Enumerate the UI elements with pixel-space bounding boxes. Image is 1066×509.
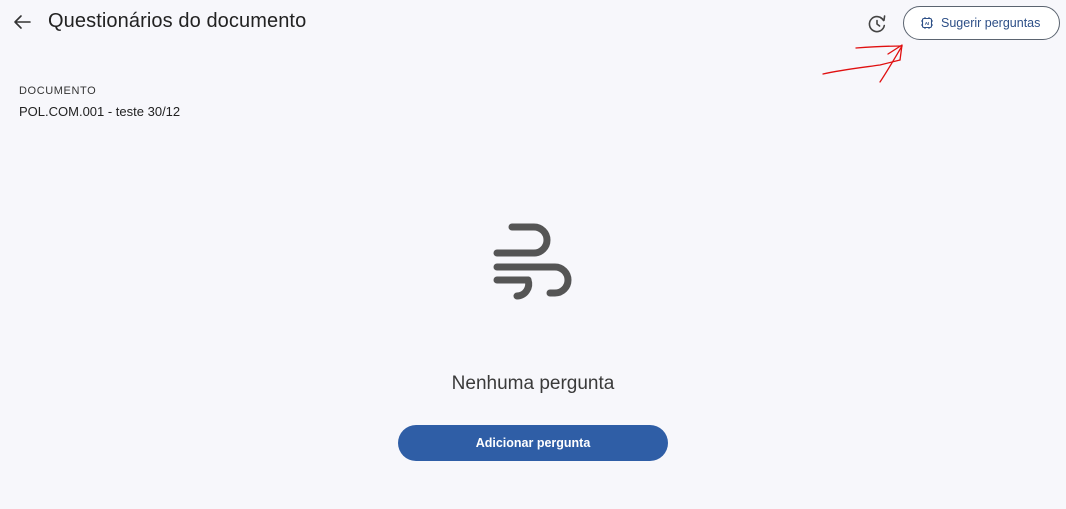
wind-icon bbox=[493, 223, 572, 300]
suggest-questions-label: Sugerir perguntas bbox=[941, 16, 1041, 30]
red-arrow-annotation bbox=[822, 44, 903, 83]
add-question-button[interactable]: Adicionar pergunta bbox=[398, 425, 668, 461]
document-name: POL.COM.001 - teste 30/12 bbox=[19, 104, 181, 119]
page-title: Questionários do documento bbox=[48, 10, 307, 32]
empty-state-message: Nenhuma pergunta bbox=[451, 373, 615, 394]
arrow-left-icon bbox=[14, 15, 31, 29]
history-icon bbox=[868, 15, 886, 33]
suggest-questions-button[interactable]: AI Sugerir perguntas bbox=[903, 6, 1060, 40]
document-caption: DOCUMENTO bbox=[19, 85, 97, 97]
back-button[interactable] bbox=[11, 11, 33, 33]
history-button[interactable] bbox=[866, 13, 888, 35]
ai-chip-icon: AI bbox=[921, 17, 933, 29]
svg-text:AI: AI bbox=[925, 21, 930, 26]
